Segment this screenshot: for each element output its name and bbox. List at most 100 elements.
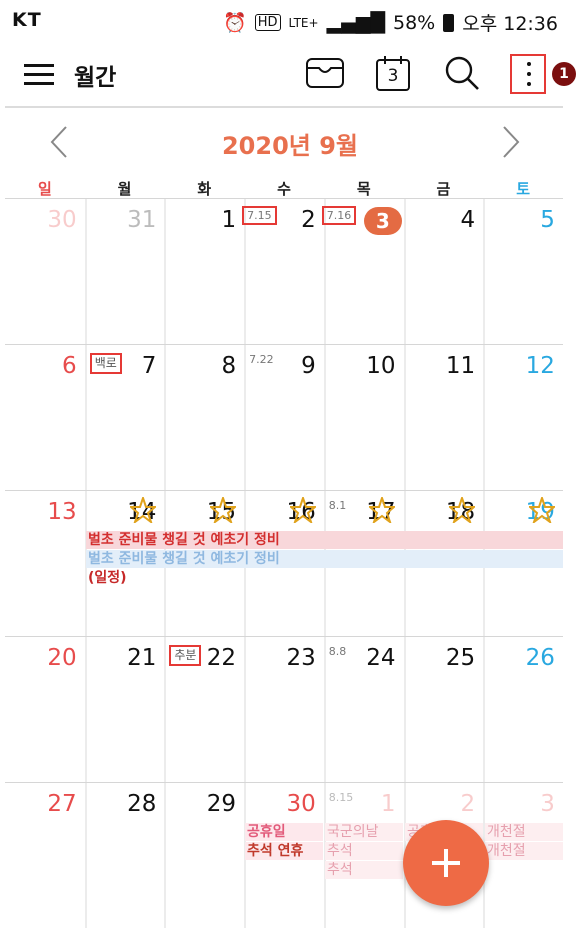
- week-row: 20 21 추분 22 23 8.8 24 25 26: [5, 636, 563, 782]
- day-number: 25: [445, 645, 476, 671]
- day-number: 27: [47, 791, 77, 817]
- lunar-date: 8.8: [328, 645, 347, 658]
- network-type: LTE+: [288, 15, 319, 30]
- day-number: 11: [445, 353, 476, 379]
- battery-icon: [443, 13, 455, 32]
- week-row: 6 백로 7 8 7.22 9 10 11 12: [5, 344, 563, 490]
- day-number: 8: [221, 353, 237, 379]
- today-icon-label: 3: [387, 66, 399, 86]
- star-icon: [528, 497, 555, 523]
- weekday-fri: 금: [436, 180, 451, 198]
- today-icon[interactable]: 3: [375, 54, 411, 92]
- day-cell[interactable]: 백로 7: [84, 345, 165, 490]
- day-number: 7: [141, 353, 157, 379]
- day-number: 4: [460, 207, 476, 233]
- solar-term-label: 추분: [169, 645, 202, 666]
- next-month-button[interactable]: [494, 124, 524, 160]
- event-bar[interactable]: 추석 연휴: [245, 842, 323, 860]
- day-number: 22: [206, 645, 237, 671]
- weekday-wed: 수: [277, 180, 291, 198]
- status-bar: KT ⏰ HD LTE+ ▂▄▆█ 58% 오후 12:36: [0, 0, 580, 42]
- day-number: 24: [366, 645, 396, 671]
- day-number: 1: [221, 207, 237, 233]
- day-cell[interactable]: 13: [5, 491, 85, 636]
- menu-icon[interactable]: [24, 64, 54, 86]
- view-title[interactable]: 월간: [74, 58, 116, 92]
- day-cell[interactable]: 추분 22: [164, 637, 244, 782]
- day-number: 30: [47, 207, 77, 233]
- month-title[interactable]: 2020년 9월: [0, 126, 580, 161]
- lunar-date: 8.15: [328, 791, 354, 804]
- clock: 오후 12:36: [462, 13, 558, 35]
- day-number: 26: [525, 645, 555, 671]
- event-bar[interactable]: 추석: [325, 861, 403, 879]
- day-cell[interactable]: 26: [483, 637, 563, 782]
- day-cell[interactable]: 30: [5, 199, 85, 344]
- event-bar[interactable]: 벌초 준비물 챙길 것 예초기 정비: [86, 531, 563, 549]
- day-number: 28: [127, 791, 157, 817]
- day-cell[interactable]: 10: [323, 345, 404, 490]
- day-number: 1: [380, 791, 396, 817]
- event-bar[interactable]: 벌초 준비물 챙길 것 예초기 정비: [86, 550, 563, 568]
- day-number: 20: [47, 645, 77, 671]
- day-number: 13: [47, 499, 77, 525]
- event-bar[interactable]: 개천절: [485, 842, 563, 860]
- day-cell[interactable]: 7.22 9: [244, 345, 324, 490]
- divider: [5, 106, 563, 108]
- day-number: 31: [127, 207, 157, 233]
- plus-icon-vertical: [444, 849, 448, 877]
- day-cell[interactable]: 12: [483, 345, 563, 490]
- day-cell[interactable]: 6: [5, 345, 85, 490]
- day-cell[interactable]: 29: [164, 783, 244, 928]
- weekday-sat: 토: [516, 180, 531, 198]
- star-icon: [289, 497, 316, 523]
- day-number: 3: [540, 791, 555, 817]
- day-cell[interactable]: 1: [164, 199, 244, 344]
- solar-term-label: 백로: [89, 353, 122, 374]
- carrier-label: KT: [12, 9, 42, 31]
- day-cell[interactable]: 5: [483, 199, 563, 344]
- day-cell[interactable]: 4: [403, 199, 484, 344]
- day-cell[interactable]: 8.8 24: [323, 637, 404, 782]
- search-icon[interactable]: [443, 54, 481, 92]
- app-bar: 월간 3: [0, 42, 580, 106]
- event-bar[interactable]: (일정): [86, 569, 164, 587]
- day-number: 29: [206, 791, 237, 817]
- day-cell[interactable]: 31: [84, 199, 165, 344]
- weekday-tue: 화: [197, 180, 212, 198]
- more-icon[interactable]: [510, 54, 546, 94]
- day-cell[interactable]: 27: [5, 783, 85, 928]
- day-cell[interactable]: 21: [84, 637, 165, 782]
- day-cell[interactable]: 23: [244, 637, 324, 782]
- day-cell[interactable]: 7.15 2: [242, 199, 324, 344]
- star-icon: [369, 497, 396, 523]
- day-number: 30: [286, 791, 316, 817]
- day-number: 6: [62, 353, 77, 379]
- day-cell[interactable]: 8: [164, 345, 244, 490]
- day-number: 10: [366, 353, 396, 379]
- inbox-icon[interactable]: [305, 54, 345, 92]
- event-bar[interactable]: 공휴일: [245, 823, 323, 841]
- today-marker: 3: [363, 207, 402, 235]
- day-number: 5: [540, 207, 555, 233]
- day-cell[interactable]: 25: [403, 637, 484, 782]
- star-icon: [210, 497, 237, 523]
- lunar-date: 8.1: [328, 499, 347, 512]
- lunar-date: 7.16: [321, 206, 357, 225]
- add-event-button[interactable]: [403, 820, 489, 906]
- signal-icon: ▂▄▆█: [326, 11, 385, 34]
- week-row: 30 31 1 7.15 2 7.16 3 4 5: [5, 198, 563, 344]
- event-bar[interactable]: 국군의날: [325, 823, 403, 841]
- event-bar[interactable]: 개천절: [485, 823, 563, 841]
- day-number: 9: [301, 353, 316, 379]
- event-bar[interactable]: 추석: [325, 842, 403, 860]
- day-cell[interactable]: 7.16 3: [321, 199, 404, 344]
- day-number: 23: [286, 645, 316, 671]
- day-cell[interactable]: 11: [403, 345, 484, 490]
- weekday-thu: 목: [356, 180, 371, 198]
- day-cell[interactable]: 20: [5, 637, 85, 782]
- lunar-date: 7.15: [242, 206, 277, 225]
- weekday-mon: 월: [117, 180, 132, 198]
- day-cell[interactable]: 28: [84, 783, 165, 928]
- hd-icon: HD: [254, 14, 281, 31]
